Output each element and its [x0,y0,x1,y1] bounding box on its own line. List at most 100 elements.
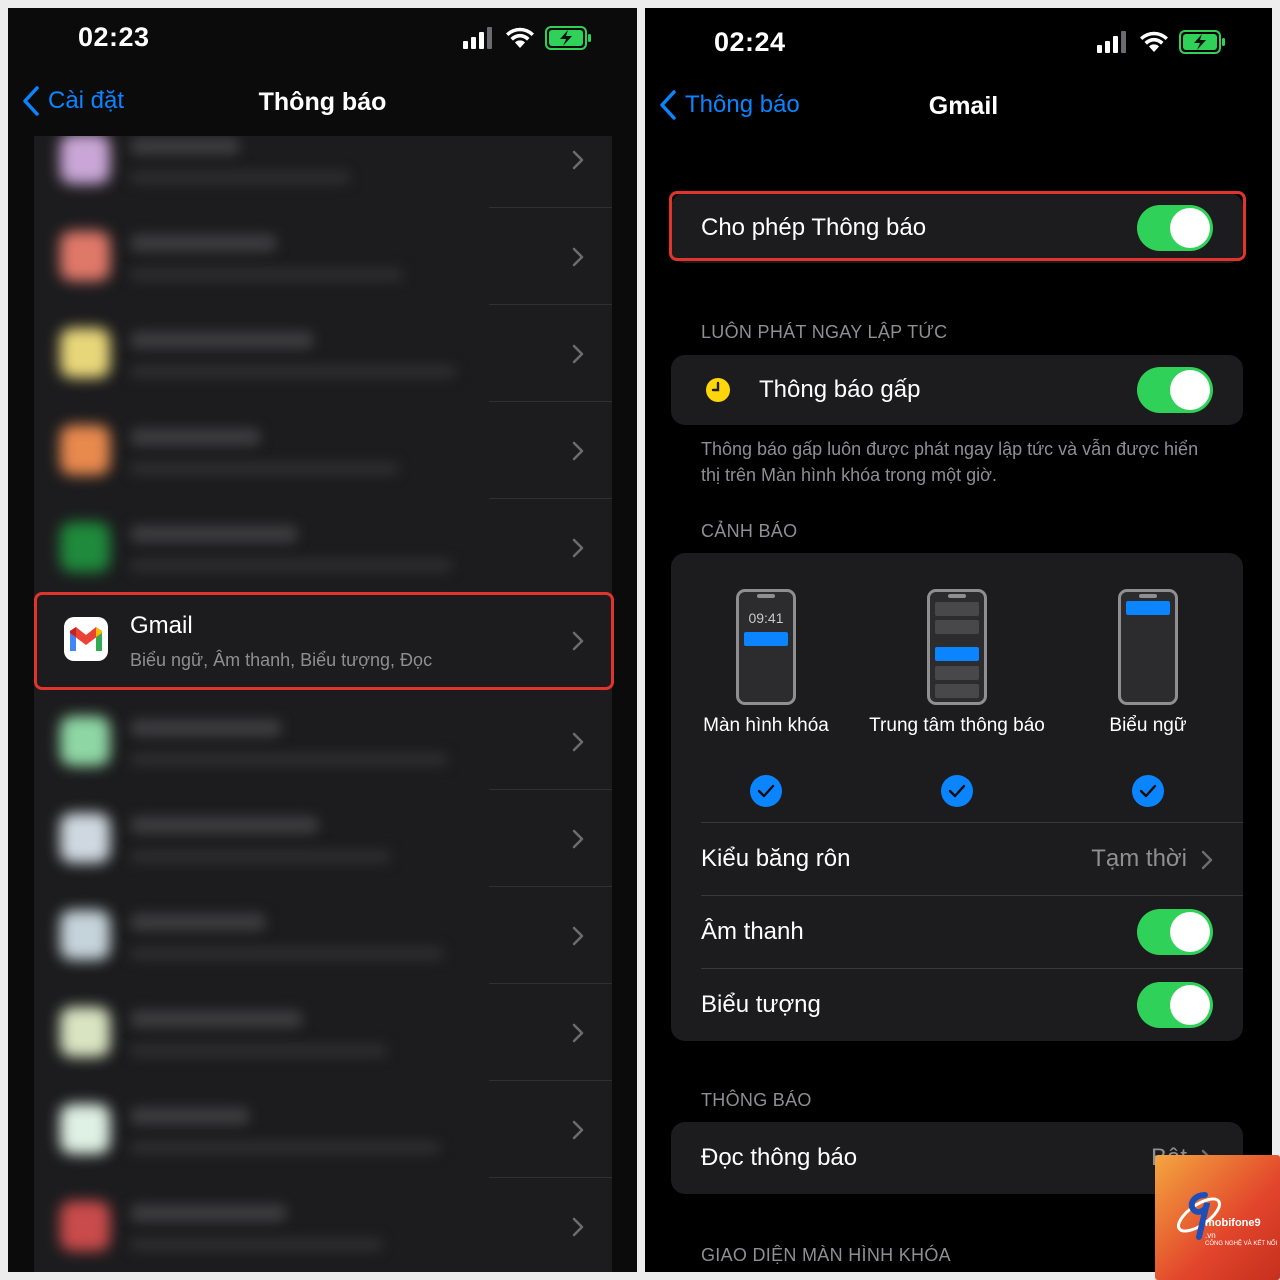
blurred-app-name [130,331,314,349]
gmail-app-name: Gmail [130,612,193,639]
gmail-app-subtitle: Biểu ngữ, Âm thanh, Biểu tượng, Đọc [130,650,433,670]
battery-charging-icon [545,26,591,50]
blurred-app-subtitle [130,753,448,766]
blurred-app-name [130,137,240,155]
time-sensitive-toggle[interactable] [1137,367,1213,413]
blurred-app-subtitle [130,462,399,475]
checkmark-icon[interactable] [941,775,973,807]
chevron-right-icon [572,1023,584,1043]
checkmark-icon[interactable] [750,775,782,807]
app-row-gmail[interactable]: Gmail Biểu ngữ, Âm thanh, Biểu tượng, Đọ… [34,592,612,689]
sounds-toggle[interactable] [1137,909,1213,955]
blurred-app-name [130,234,277,252]
watermark-brand: mobifone9 [1205,1217,1261,1229]
status-bar: 02:24 [645,8,1272,78]
announce-label: Đọc thông báo [701,1144,858,1171]
badges-row: Biểu tượng [671,969,1243,1041]
lock-screen-preview-icon: 09:41 [736,589,796,705]
chevron-right-icon [572,344,584,364]
blurred-app-name [130,913,266,931]
banner-style-value: Tạm thời [1091,845,1187,872]
battery-charging-icon [1179,30,1225,54]
mobifone9-logo-icon [1177,1192,1221,1240]
blurred-app-icon [60,716,110,766]
gmail-app-icon [64,617,108,661]
blurred-app-name [130,719,282,737]
chevron-right-icon [572,538,584,558]
clock-icon [706,378,730,402]
page-title: Thông báo [258,88,387,116]
section-header-always-deliver: LUÔN PHÁT NGAY LẬP TỨC [701,322,948,342]
blurred-app-name [130,816,319,834]
watermark-domain: .vn [1205,1231,1216,1240]
blurred-app-subtitle [130,1238,383,1251]
app-row-blurred[interactable] [34,499,612,596]
checkmark-icon[interactable] [1132,775,1164,807]
chevron-right-icon [572,150,584,170]
blurred-app-name [130,428,261,446]
alert-option-label: Trung tâm thông báo [869,715,1045,736]
app-row-blurred[interactable] [34,208,612,305]
status-time: 02:24 [714,27,786,57]
blurred-app-icon [60,231,110,281]
alert-option-label: Biểu ngữ [1109,715,1187,736]
chevron-right-icon [572,631,584,651]
left-phone-screenshot: 02:23 Cài đặt Thông báo Gmail Biểu ngữ, … [8,8,637,1272]
nav-bar: Cài đặt Thông báo [8,72,637,134]
blurred-app-subtitle [130,850,391,863]
section-header-announce: THÔNG BÁO [701,1090,812,1110]
alert-option-notification-center[interactable]: Trung tâm thông báo [862,589,1052,807]
blurred-app-subtitle [130,1044,387,1057]
blurred-app-icon [60,1201,110,1251]
blurred-app-icon [60,1104,110,1154]
blurred-app-name [130,1204,287,1222]
blurred-app-name [130,525,298,543]
chevron-right-icon [572,829,584,849]
blurred-app-icon [60,136,110,184]
blurred-app-subtitle [130,947,444,960]
app-row-blurred[interactable] [34,1081,612,1178]
app-row-blurred[interactable] [34,305,612,402]
cellular-signal-icon [1097,31,1126,53]
blurred-app-icon [60,328,110,378]
sounds-label: Âm thanh [701,918,804,945]
allow-notifications-label: Cho phép Thông báo [701,214,927,241]
blurred-app-subtitle [130,171,350,184]
alert-option-lock-screen[interactable]: 09:41 Màn hình khóa [671,589,861,807]
app-row-blurred[interactable] [34,402,612,499]
blurred-app-icon [60,910,110,960]
wifi-icon [506,27,534,48]
blurred-app-icon [60,425,110,475]
badges-label: Biểu tượng [701,991,821,1018]
chevron-right-icon [572,926,584,946]
mini-clock-text: 09:41 [748,610,784,626]
chevron-right-icon [572,732,584,752]
banner-style-row[interactable]: Kiểu băng rôn Tạm thời [671,823,1243,895]
app-row-blurred[interactable] [34,887,612,984]
wifi-icon [1140,31,1168,52]
blurred-app-icon [60,522,110,572]
banner-style-label: Kiểu băng rôn [701,845,851,872]
badges-toggle[interactable] [1137,982,1213,1028]
blurred-app-subtitle [130,1141,440,1154]
banner-preview-icon [1118,589,1178,705]
app-row-blurred[interactable] [34,693,612,790]
app-row-blurred[interactable] [34,1178,612,1272]
nav-bar: Thông báo Gmail [645,76,1272,138]
app-row-blurred[interactable] [34,984,612,1081]
watermark-tagline: CÔNG NGHỆ VÀ KẾT NỐI [1205,1241,1278,1247]
section-header-alerts: CẢNH BÁO [701,521,798,541]
app-row-blurred[interactable] [34,790,612,887]
page-title: Gmail [928,92,999,120]
mobifone9-watermark-logo: mobifone9 .vn CÔNG NGHỆ VÀ KẾT NỐI [1155,1155,1280,1280]
app-row-blurred[interactable] [34,136,612,208]
alerts-group: 09:41 Màn hình khóa Trung tâm thông báo [671,553,1243,1041]
allow-notifications-toggle[interactable] [1137,205,1213,251]
sounds-row: Âm thanh [671,896,1243,968]
blurred-app-subtitle [130,268,403,281]
alert-option-banners[interactable]: Biểu ngữ [1053,589,1243,807]
blurred-app-name [130,1107,250,1125]
time-sensitive-row: Thông báo gấp [671,355,1243,425]
blurred-app-icon [60,813,110,863]
time-sensitive-footnote: Thông báo gấp luôn được phát ngay lập tứ… [701,439,1199,485]
